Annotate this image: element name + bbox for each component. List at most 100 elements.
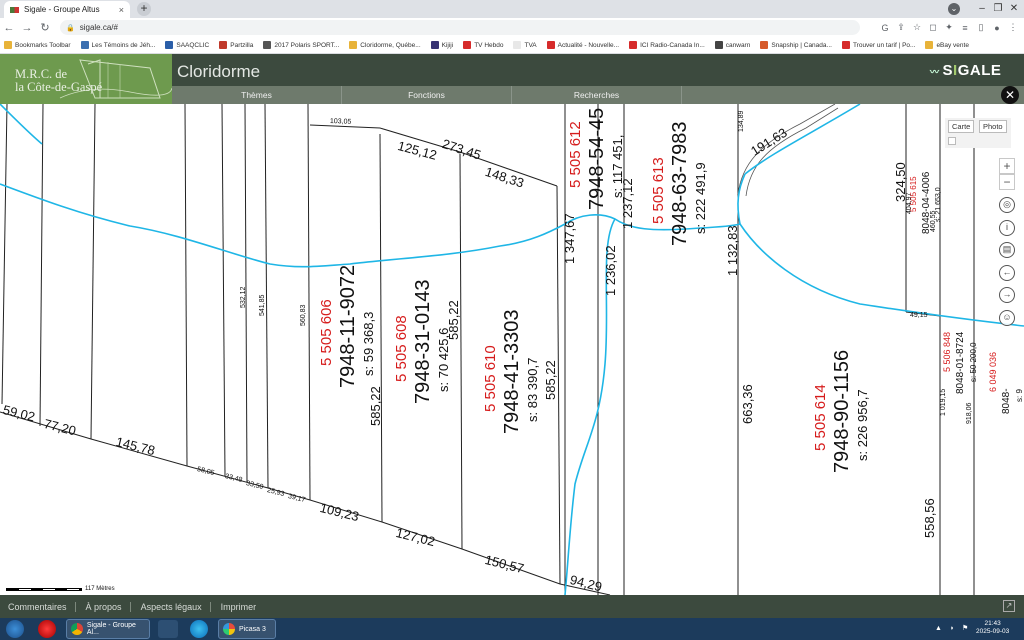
- bookmark-item[interactable]: 2017 Polaris SPORT...: [263, 41, 339, 49]
- dimension-label: 663,36: [740, 384, 755, 424]
- dimension-label: 918,06: [966, 402, 973, 424]
- bookmark-favicon-icon: [629, 41, 638, 49]
- bookmark-item[interactable]: Snapship | Canada...: [760, 41, 832, 49]
- compass-icon[interactable]: ◎: [999, 197, 1015, 213]
- page-title: Cloridorme: [177, 62, 261, 81]
- lot-area-label: s: 50 200,0: [969, 342, 978, 382]
- bookmark-favicon-icon: [760, 41, 769, 49]
- bookmark-favicon-icon: [925, 41, 934, 49]
- dimension-label: 1 132,83: [725, 225, 740, 276]
- profile-avatar-icon[interactable]: ●: [992, 23, 1002, 33]
- sigale-seagull-icon: 〰: [930, 67, 943, 77]
- carte-button[interactable]: Carte: [948, 120, 975, 133]
- bookmark-item[interactable]: SAAQCLIC: [165, 41, 209, 49]
- lot-number-label: 5 505 613: [650, 157, 667, 224]
- menu-fonctions[interactable]: Fonctions: [342, 86, 512, 104]
- edge-icon[interactable]: [190, 620, 208, 638]
- tool-icon[interactable]: [158, 620, 178, 638]
- sigale-favicon-icon: [10, 6, 19, 13]
- system-tray[interactable]: ▲ ◗ ⚑: [935, 624, 971, 632]
- dimension-label: 585,22: [543, 360, 558, 400]
- dimension-label: 1 347,67: [562, 213, 577, 264]
- bookmark-item[interactable]: Actualité - Nouvelle...: [546, 41, 619, 49]
- bookmark-label: Trouver un tarif | Po...: [852, 41, 916, 49]
- extension-square-icon[interactable]: ◻: [928, 22, 938, 33]
- bookmark-item[interactable]: Bookmarks Toolbar: [4, 41, 71, 49]
- bookmark-item[interactable]: Kijiji: [430, 41, 453, 49]
- menu-recherches[interactable]: Recherches: [512, 86, 682, 104]
- close-window-button[interactable]: ✕: [1000, 0, 1024, 18]
- bookmark-star-icon[interactable]: ☆: [912, 22, 922, 33]
- bookmark-item[interactable]: Trouver un tarif | Po...: [841, 41, 916, 49]
- menu-themes[interactable]: Thèmes: [172, 86, 342, 104]
- bookmark-label: ICI Radio-Canada In...: [640, 41, 705, 49]
- bookmark-favicon-icon: [219, 41, 228, 49]
- bookmark-item[interactable]: TVA: [513, 41, 537, 49]
- side-panel-icon[interactable]: ▯: [976, 22, 986, 33]
- logo-prefix: S: [942, 62, 954, 79]
- forward-icon[interactable]: →: [18, 22, 36, 34]
- mrc-logo[interactable]: M.R.C. de la Côte-de-Gaspé: [0, 54, 172, 104]
- basemap-checkbox[interactable]: [948, 137, 956, 145]
- bookmark-item[interactable]: TV Hebdo: [463, 41, 503, 49]
- taskbar-picasa-task[interactable]: Picasa 3: [218, 619, 276, 639]
- address-bar[interactable]: 🔒 sigale.ca/#: [60, 20, 860, 35]
- picasa-icon: [223, 623, 235, 635]
- lock-icon[interactable]: 🔒: [66, 24, 75, 32]
- sigale-logo: 〰 SIGALE: [930, 62, 1001, 79]
- tab-close-icon[interactable]: ×: [119, 5, 124, 15]
- bookmark-label: TV Hebdo: [474, 41, 504, 49]
- bookmark-label: TVA: [524, 41, 537, 49]
- cadastral-map[interactable]: 5 505 606 7948-11-9072 s: 59 368,3 5 505 60…: [0, 104, 1024, 595]
- scale-label: 117 Mètres: [85, 586, 115, 592]
- bookmark-item[interactable]: Partzilla: [219, 41, 253, 49]
- clock[interactable]: 21:43 2025-09-03: [976, 620, 1009, 636]
- menu-kebab-icon[interactable]: ⋮: [1008, 22, 1018, 33]
- lot-area-label: s: 226 956,7: [855, 389, 870, 461]
- bookmark-item[interactable]: ICI Radio-Canada In...: [629, 41, 705, 49]
- dimension-label: 532,12: [240, 286, 247, 308]
- reload-icon[interactable]: ↻: [36, 21, 54, 34]
- dimension-label: 585,22: [446, 300, 461, 340]
- bookmark-label: Snapship | Canada...: [771, 41, 832, 49]
- dimension-label: 558,56: [922, 498, 937, 538]
- zoom-in-button[interactable]: +: [999, 158, 1015, 174]
- photo-button[interactable]: Photo: [979, 120, 1007, 133]
- tab-search-icon[interactable]: ⌄: [948, 3, 960, 15]
- footer-a-propos[interactable]: À propos: [86, 601, 131, 612]
- reading-list-icon[interactable]: ≡: [960, 23, 970, 33]
- bookmark-item[interactable]: canwarn: [714, 41, 750, 49]
- zoom-out-button[interactable]: −: [999, 174, 1015, 190]
- new-tab-button[interactable]: +: [137, 2, 151, 16]
- opera-icon[interactable]: [38, 620, 56, 638]
- bookmark-item[interactable]: Les Témoins de Jéh...: [80, 41, 155, 49]
- expand-icon[interactable]: ↗: [1003, 600, 1015, 612]
- back-icon[interactable]: ←: [0, 22, 18, 34]
- next-extent-icon[interactable]: →: [999, 287, 1015, 303]
- taskbar-chrome-task[interactable]: Sigale - Groupe Al...: [66, 619, 150, 639]
- footer-aspects-legaux[interactable]: Aspects légaux: [141, 601, 211, 612]
- lot-number-label: 5 506 848: [942, 331, 952, 372]
- dimension-label: 1 236,02: [603, 245, 618, 296]
- previous-extent-icon[interactable]: ←: [999, 265, 1015, 281]
- street-view-icon[interactable]: ☺: [999, 310, 1015, 326]
- dimension-label: 1 019,15: [940, 388, 947, 416]
- lot-matricule-label: 7948-31-0143: [412, 279, 434, 404]
- footer-imprimer[interactable]: Imprimer: [221, 602, 265, 612]
- google-icon[interactable]: G: [880, 23, 890, 33]
- bookmark-item[interactable]: eBay vente: [925, 41, 969, 49]
- start-button-icon[interactable]: [6, 620, 24, 638]
- share-icon[interactable]: ⇪: [896, 22, 906, 33]
- extension-puzzle-icon[interactable]: ✦: [944, 22, 954, 33]
- layers-icon[interactable]: ▤: [999, 242, 1015, 258]
- close-panel-button[interactable]: ✕: [1001, 86, 1019, 104]
- lot-area-label: s: 222 491,9: [693, 162, 708, 234]
- bookmark-item[interactable]: Cloridorme, Québe...: [349, 41, 421, 49]
- footer-commentaires[interactable]: Commentaires: [8, 601, 76, 612]
- info-icon[interactable]: i: [999, 220, 1015, 236]
- url-text: sigale.ca/#: [79, 23, 118, 32]
- lot-area-label: s: 9: [1015, 389, 1024, 402]
- browser-tab[interactable]: Sigale - Groupe Altus ×: [4, 1, 130, 18]
- scale-bar-graphic: [6, 587, 82, 591]
- bookmark-favicon-icon: [841, 41, 850, 49]
